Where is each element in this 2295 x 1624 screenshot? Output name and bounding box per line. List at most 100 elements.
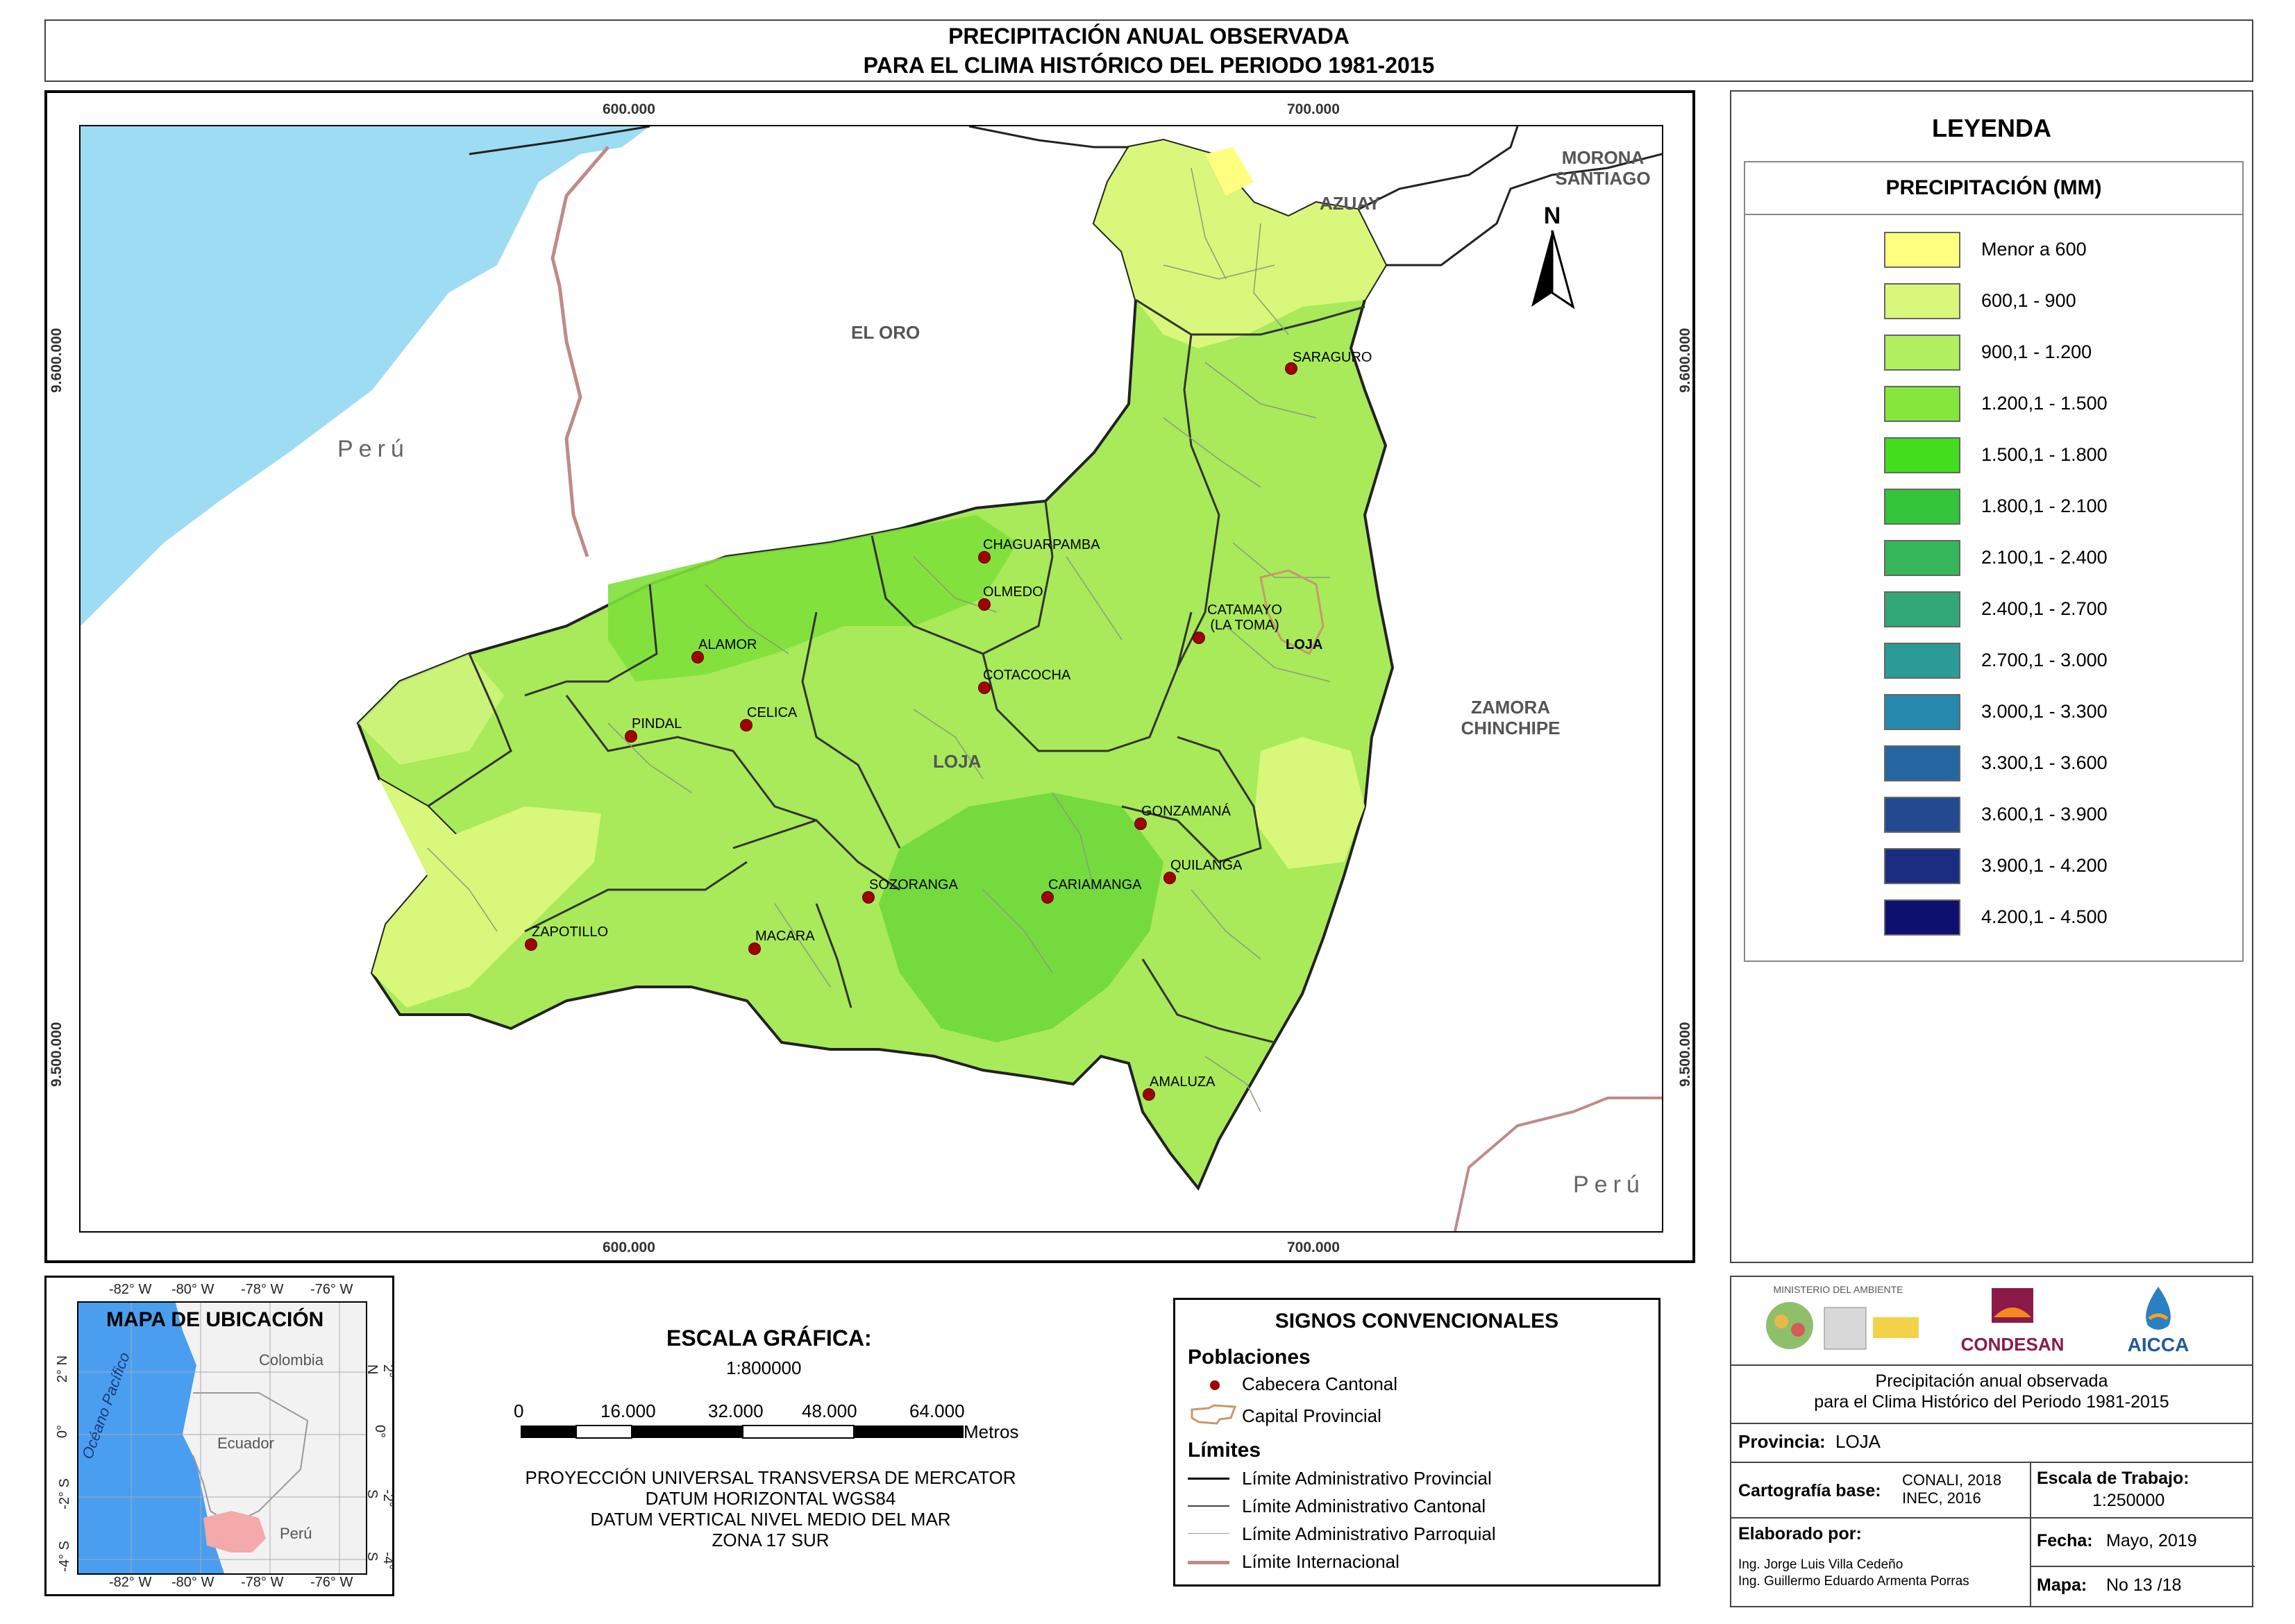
legend-row: 3.000,1 - 3.300 — [1745, 694, 2242, 736]
logo-ministerio: MINISTERIO DEL AMBIENTE — [1748, 1284, 1928, 1360]
city-dot-celica[interactable] — [740, 719, 753, 731]
signs-panel: SIGNOS CONVENCIONALES Poblaciones Cabece… — [1173, 1298, 1661, 1587]
legend-row: 4.200,1 - 4.500 — [1745, 899, 2242, 941]
escala-value: 1:250000 — [2092, 1491, 2165, 1510]
location-map-canvas[interactable]: MAPA DE UBICACIÓN Colombia Ecuador Perú … — [77, 1301, 367, 1575]
city-dot-macara[interactable] — [748, 942, 761, 955]
loc-lon-bottom-80: -80° W — [171, 1575, 215, 1590]
info-panel: MINISTERIO DEL AMBIENTE CONDESAN AICCA P… — [1730, 1276, 2255, 1607]
map-svg: N — [81, 126, 1662, 1231]
region-label-peru-se: Perú — [1573, 1172, 1645, 1198]
signs-cabecera: Cabecera Cantonal — [1242, 1373, 1398, 1394]
map-canvas[interactable]: N EL ORO Perú AZUAY MORONA SANTIAGO ZAMO… — [79, 125, 1663, 1233]
loc-lon-top-80: -80° W — [171, 1282, 215, 1297]
mapa-label: Mapa: — [2037, 1575, 2087, 1595]
projection-line1: PROYECCIÓN UNIVERSAL TRANSVERSA DE MERCA… — [525, 1467, 1016, 1488]
logo-ministerio-text: MINISTERIO DEL AMBIENTE — [1773, 1284, 1903, 1295]
main-map-frame: N EL ORO Perú AZUAY MORONA SANTIAGO ZAMO… — [44, 90, 1695, 1263]
scale-tick-0: 0 — [514, 1401, 524, 1421]
legend-swatch — [1884, 335, 1960, 371]
carto-value2: INEC, 2016 — [1902, 1489, 1981, 1507]
region-label-morona: MORONA SANTIAGO — [1555, 147, 1651, 189]
international-boundary — [550, 146, 610, 557]
legend-swatch — [1884, 386, 1960, 422]
city-dot-chaguarpamba[interactable] — [978, 551, 991, 564]
region-label-zamora: ZAMORA CHINCHIPE — [1461, 697, 1561, 738]
city-label-saraguro: SARAGURO — [1293, 350, 1372, 365]
legend-label: 4.200,1 - 4.500 — [1981, 906, 2108, 927]
loc-lat-right-4s: -4° S — [364, 1552, 396, 1570]
city-dot-quilanga[interactable] — [1163, 872, 1176, 884]
projection-line3: DATUM VERTICAL NIVEL MEDIO DEL MAR — [590, 1509, 951, 1530]
legend-swatch — [1884, 437, 1960, 473]
city-label-quilanga: QUILANGA — [1170, 858, 1243, 873]
city-dot-catamayo[interactable] — [1193, 632, 1205, 644]
loc-lat-right-0: 0° — [372, 1424, 388, 1439]
legend-panel: LEYENDA PRECIPITACIÓN (MM) Menor a 600 60… — [1730, 90, 2253, 1263]
region-label-peru-west: Perú — [337, 436, 410, 462]
legend-row: 3.300,1 - 3.600 — [1745, 745, 2242, 787]
city-dot-sozoranga[interactable] — [862, 891, 875, 904]
loc-lat-left-2s: -2° S — [56, 1478, 72, 1509]
signs-lim-parr: Límite Administrativo Parroquial — [1242, 1523, 1496, 1544]
legend-swatch — [1884, 694, 1960, 730]
signs-line-cantonal — [1188, 1505, 1229, 1507]
legend-label: 1.800,1 - 2.100 — [1981, 496, 2108, 516]
easting-top-700: 700.000 — [1287, 101, 1340, 117]
info-desc-line1: Precipitación anual observada — [1875, 1371, 2108, 1391]
city-dot-pindal[interactable] — [625, 730, 637, 743]
signs-line-parroquial — [1188, 1533, 1229, 1534]
signs-line-provincial — [1188, 1478, 1229, 1480]
northing-right-9500: 9.500.000 — [1677, 1022, 1693, 1087]
city-dot-olmedo[interactable] — [978, 598, 991, 611]
logo-condesan: CONDESAN — [1960, 1284, 2065, 1360]
legend-swatch — [1884, 489, 1960, 525]
scale-tick-3: 48.000 — [802, 1401, 857, 1421]
carto-label: Cartografía base: — [1738, 1481, 1881, 1500]
loc-lat-left-2n: 2° N — [55, 1355, 71, 1383]
city-label-sozoranga: SOZORANGA — [869, 877, 958, 893]
city-dot-cariamanga[interactable] — [1041, 891, 1054, 904]
legend-swatch — [1884, 283, 1960, 319]
signs-poblaciones: Poblaciones — [1188, 1346, 1311, 1369]
legend-label: 3.600,1 - 3.900 — [1981, 804, 2108, 824]
city-label-zapotillo: ZAPOTILLO — [532, 924, 609, 940]
carto-value1: CONALI, 2018 — [1902, 1471, 2002, 1489]
loc-lon-bottom-78: -78° W — [241, 1575, 284, 1590]
legend-swatch — [1884, 643, 1960, 679]
northing-left-9500: 9.500.000 — [49, 1022, 65, 1087]
fecha-label: Fecha: — [2037, 1531, 2093, 1550]
legend-swatch — [1884, 797, 1960, 833]
autor1: Ing. Jorge Luis Villa Cedeño — [1738, 1557, 1903, 1572]
scale-tick-1: 16.000 — [600, 1401, 656, 1421]
signs-lim-prov: Límite Administrativo Provincial — [1242, 1468, 1492, 1489]
city-dot-amaluza[interactable] — [1143, 1088, 1155, 1101]
city-label-alamor: ALAMOR — [698, 637, 757, 652]
city-dot-gonzamana[interactable] — [1134, 818, 1147, 830]
projection-line2: DATUM HORIZONTAL WGS84 — [645, 1488, 896, 1509]
scale-section: ESCALA GRÁFICA: 1:800000 0 16.000 32.000… — [403, 1276, 1152, 1596]
loc-lon-top-78: -78° W — [241, 1282, 284, 1297]
international-boundary-se — [1454, 1097, 1662, 1231]
elaborado-label: Elaborado por: — [1738, 1524, 1862, 1543]
legend-row: 2.400,1 - 2.700 — [1745, 591, 2242, 633]
location-label-colombia: Colombia — [259, 1351, 323, 1369]
easting-bottom-600: 600.000 — [603, 1240, 655, 1255]
loc-lon-top-82: -82° W — [109, 1282, 152, 1297]
legend-row: 600,1 - 900 — [1745, 283, 2242, 325]
city-dot-zapotillo[interactable] — [525, 938, 537, 951]
svg-text:N: N — [1544, 203, 1561, 229]
scale-title: ESCALA GRÁFICA: — [666, 1326, 872, 1351]
logo-condesan-icon — [1992, 1288, 2033, 1323]
projection-line4: ZONA 17 SUR — [712, 1530, 830, 1550]
legend-row: 1.200,1 - 1.500 — [1745, 386, 2242, 428]
signs-dot-icon — [1210, 1380, 1220, 1390]
region-label-loja-province: LOJA — [933, 751, 982, 772]
legend-rows: Menor a 600 600,1 - 900 900,1 - 1.200 1.200… — [1745, 232, 2242, 954]
city-dot-alamor[interactable] — [691, 651, 704, 663]
location-map-frame: MAPA DE UBICACIÓN Colombia Ecuador Perú … — [44, 1276, 396, 1596]
city-dot-cotacocha[interactable] — [978, 682, 991, 694]
legend-swatch — [1884, 848, 1960, 884]
legend-row: 3.900,1 - 4.200 — [1745, 848, 2242, 890]
northing-right-9600: 9.600.000 — [1677, 328, 1693, 393]
